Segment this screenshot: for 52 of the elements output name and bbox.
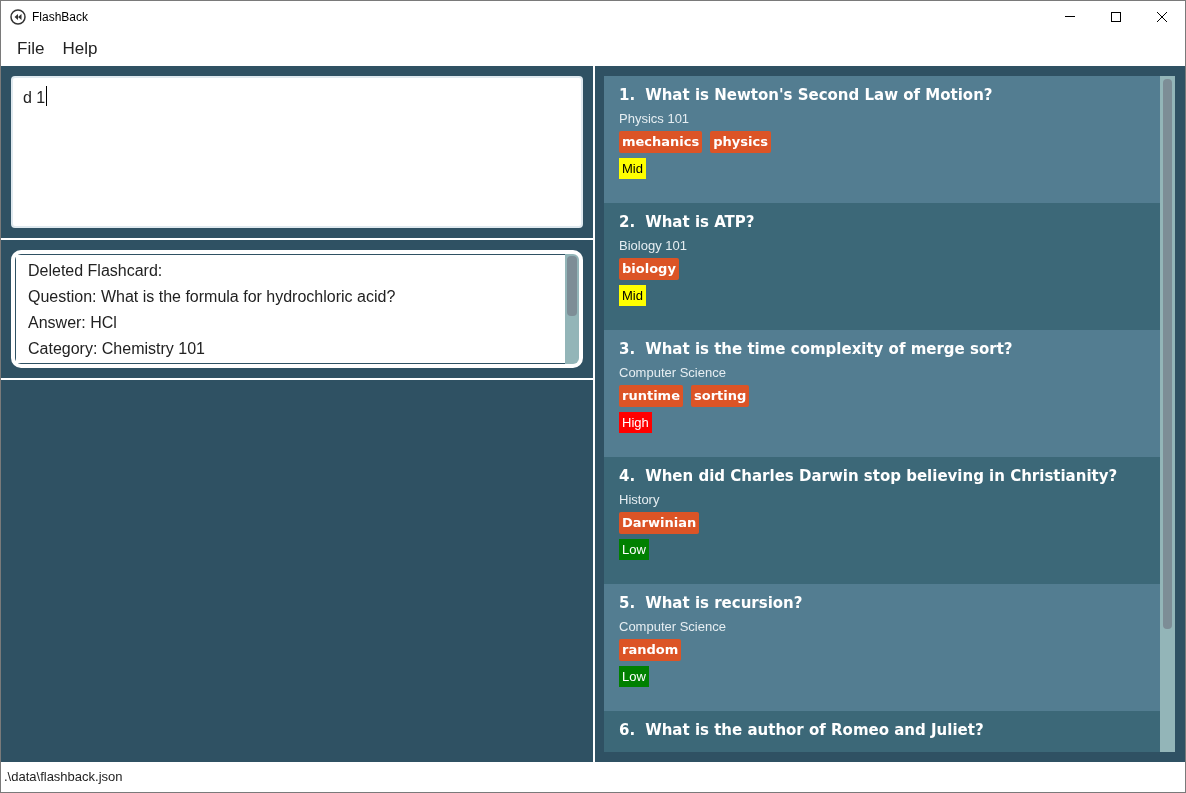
flashcard[interactable]: 6. What is the author of Romeo and Juliet? <box>604 711 1160 752</box>
card-number: 6. <box>619 720 636 741</box>
difficulty-badge: High <box>619 411 652 433</box>
flashcard[interactable]: 4. When did Charles Darwin stop believing in Christianity? History Darwinian Low <box>604 457 1160 584</box>
difficulty-badge: Low <box>619 665 649 687</box>
tag-badge: mechanics <box>619 131 703 153</box>
tag-badge: random <box>619 639 682 661</box>
rewind-logo-icon <box>10 8 26 25</box>
card-category: Computer Science <box>619 363 726 382</box>
card-question: What is Newton's Second Law of Motion? <box>645 85 993 106</box>
command-input[interactable]: d 1 <box>11 76 583 228</box>
list-scrollbar[interactable] <box>1160 76 1175 752</box>
result-line: Answer: HCl <box>28 313 118 333</box>
flashcard[interactable]: 2. What is ATP? Biology 101 biology Mid <box>604 203 1160 330</box>
close-icon <box>1157 11 1167 22</box>
card-question: What is recursion? <box>645 593 803 614</box>
card-question: What is the time complexity of merge sort? <box>645 339 1013 360</box>
difficulty-badge: Low <box>619 538 649 560</box>
difficulty-badge: Mid <box>619 157 646 179</box>
card-question: What is the author of Romeo and Juliet? <box>645 720 984 741</box>
window-title: FlashBack <box>32 8 89 26</box>
flashcard[interactable]: 5. What is recursion? Computer Science random Low <box>604 584 1160 711</box>
tag-badge: physics <box>710 131 771 153</box>
card-question: What is ATP? <box>645 212 755 233</box>
result-line: Deleted Flashcard: <box>28 261 164 281</box>
card-number: 5. <box>619 593 636 614</box>
tag-badge: biology <box>619 258 679 280</box>
flashcard[interactable]: 1. What is Newton's Second Law of Motion? Physics 101 mechanics physics Mid <box>604 76 1160 203</box>
tag-badge: Darwinian <box>619 512 700 534</box>
flashcard[interactable]: 3. What is the time complexity of merge sort? Computer Science runtime sorting High <box>604 330 1160 457</box>
result-line: Category: Chemistry 101 <box>28 339 206 359</box>
command-text: d 1 <box>23 88 46 108</box>
card-category: Biology 101 <box>619 236 687 255</box>
maximize-icon <box>1111 11 1121 22</box>
tag-badge: sorting <box>690 385 750 407</box>
text-cursor <box>46 86 48 106</box>
result-scrollbar[interactable] <box>565 254 579 364</box>
card-category: Physics 101 <box>619 109 690 128</box>
tag-badge: runtime <box>619 385 683 407</box>
status-text: .\data\flashback.json <box>4 768 123 787</box>
card-category: Computer Science <box>619 617 726 636</box>
card-number: 3. <box>619 339 636 360</box>
card-number: 2. <box>619 212 636 233</box>
menu-item[interactable]: Help <box>54 36 106 62</box>
card-number: 4. <box>619 466 636 487</box>
card-number: 1. <box>619 85 636 106</box>
minimize-icon <box>1065 16 1075 17</box>
card-category: History <box>619 490 660 509</box>
difficulty-badge: Mid <box>619 284 646 306</box>
menu-item[interactable]: File <box>9 36 53 62</box>
card-question: When did Charles Darwin stop believing in Christianity? <box>645 466 1118 487</box>
result-line: Question: What is the formula for hydrochloric acid? <box>28 287 397 307</box>
